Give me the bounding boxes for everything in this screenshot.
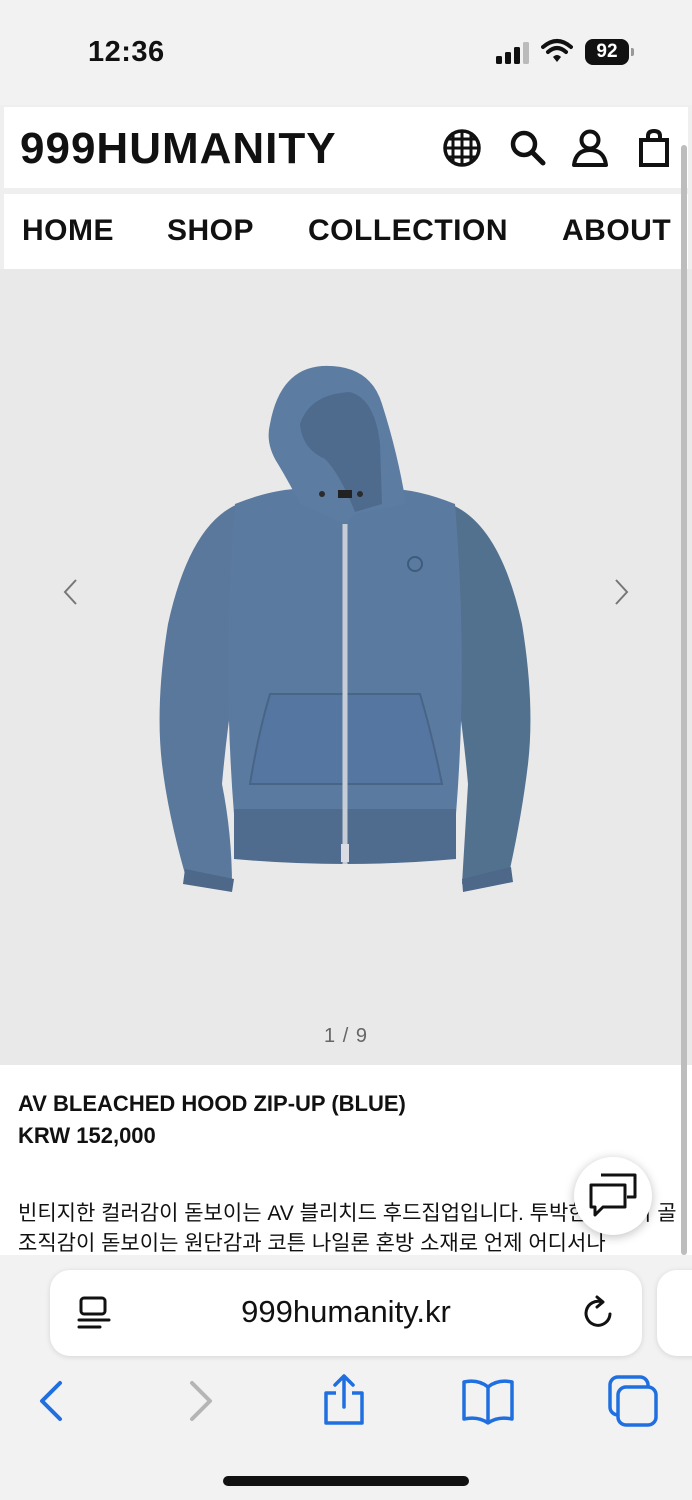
main-nav: HOME SHOP COLLECTION ABOUT (4, 194, 688, 269)
tabs-icon[interactable] (604, 1373, 660, 1429)
globe-icon[interactable] (442, 128, 482, 168)
back-icon[interactable] (24, 1373, 80, 1429)
product-image (159, 365, 531, 892)
chat-button[interactable] (574, 1157, 652, 1235)
site-header: 999HUMANITY (4, 107, 688, 188)
next-tab-preview[interactable] (657, 1270, 692, 1356)
image-counter: 1 / 9 (324, 1025, 368, 1047)
site-logo[interactable]: 999HUMANITY (20, 124, 337, 174)
wifi-icon (541, 39, 573, 62)
product-price: KRW 152,000 (18, 1123, 156, 1148)
home-indicator (223, 1476, 469, 1486)
reload-icon[interactable] (580, 1294, 618, 1332)
search-icon[interactable] (508, 128, 548, 168)
status-bar: 12:36 92 (0, 0, 692, 105)
browser-toolbar: 999humanity.kr (0, 1255, 692, 1500)
account-icon[interactable] (570, 128, 610, 168)
nav-shop[interactable]: SHOP (167, 214, 254, 248)
cellular-signal-icon (496, 42, 529, 64)
nav-home[interactable]: HOME (22, 214, 114, 248)
scrollbar[interactable] (681, 145, 687, 1255)
share-icon[interactable] (316, 1373, 372, 1429)
product-gallery[interactable]: 1 / 9 (0, 269, 692, 1065)
battery-indicator: 92 (585, 39, 635, 65)
chevron-left-icon[interactable] (56, 567, 86, 617)
chat-icon (589, 1173, 637, 1217)
product-info: AV BLEACHED HOOD ZIP-UP (BLUE) KRW 152,0… (0, 1065, 692, 1255)
nav-collection[interactable]: COLLECTION (308, 214, 508, 248)
address-bar[interactable]: 999humanity.kr (50, 1270, 642, 1356)
battery-level: 92 (596, 41, 618, 62)
status-time: 12:36 (88, 36, 165, 68)
nav-about[interactable]: ABOUT (562, 214, 671, 248)
shopping-bag-icon[interactable] (634, 128, 674, 168)
chevron-right-icon[interactable] (606, 567, 636, 617)
bookmarks-icon[interactable] (460, 1373, 516, 1429)
product-title: AV BLEACHED HOOD ZIP-UP (BLUE) (18, 1091, 406, 1116)
url-text[interactable]: 999humanity.kr (50, 1294, 642, 1330)
forward-icon[interactable] (172, 1373, 228, 1429)
